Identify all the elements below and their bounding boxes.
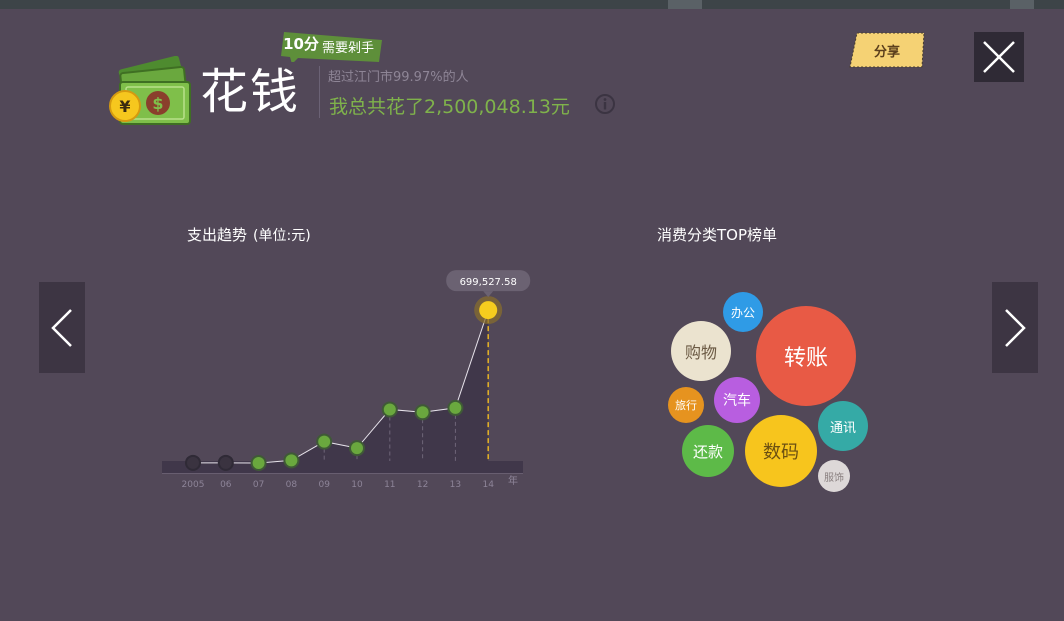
data-point [351,442,363,455]
category-label: 办公 [730,305,755,320]
category-label: 服饰 [824,472,844,484]
rank-text: 超过江门市99.97%的人 [328,70,469,85]
money-icon: $ ¥ [109,56,191,125]
data-point [449,401,462,414]
x-tick-label: 2005 [182,480,205,490]
category-bubble[interactable]: 服饰 [818,460,850,492]
score-badge: 10分 需要剁手 [278,28,384,62]
active-data-point [479,301,498,320]
data-point [219,456,232,469]
category-chart-title: 消费分类TOP榜单 [657,226,778,244]
share-button[interactable]: 分享 [849,32,925,68]
category-label: 购物 [684,343,717,362]
category-bubble[interactable]: 旅行 [668,387,704,423]
close-button[interactable] [974,32,1024,82]
tooltip-value: 699,527.58 [460,277,517,288]
tooltip-pointer [483,291,494,298]
x-tick-label: 08 [286,480,298,490]
top-tab[interactable] [1010,0,1034,9]
chevron-right-icon [1005,309,1026,347]
score-value: 10分 [283,35,319,53]
chevron-left-icon [51,309,72,347]
category-bubble[interactable]: 汽车 [714,377,760,423]
category-label: 汽车 [723,393,751,409]
header: $ ¥ 花钱 10分 需要剁手 超过江门市99.97%的人 我总共花了2,500… [108,26,668,136]
prev-page-button[interactable] [39,282,85,373]
svg-text:¥: ¥ [119,97,130,116]
data-point [252,457,265,469]
header-divider [319,66,320,118]
x-tick-label: 12 [417,480,428,490]
x-tick-label: 11 [384,480,395,490]
category-bubble[interactable]: 数码 [745,415,817,487]
trend-unit: (单位:元) [253,228,311,244]
x-tick-label: 06 [220,480,232,490]
category-label: 还款 [692,442,723,461]
spending-trend-chart: 699,527.58 2005 06 07 08 09 10 11 12 13 14 年 [162,270,531,490]
top-bar [0,0,1064,9]
category-bubble[interactable]: 还款 [682,425,734,477]
category-bubble[interactable]: 通讯 [818,401,868,451]
page-title: 花钱 [200,64,301,120]
svg-text:$: $ [152,94,163,113]
data-point [383,403,396,416]
trend-chart-title: 支出趋势 (单位:元) [187,224,311,245]
data-point [187,456,199,469]
category-bubble[interactable]: 办公 [723,292,763,332]
score-label: 需要剁手 [322,41,375,56]
x-tick-label: 07 [253,480,264,490]
info-icon[interactable] [595,94,615,114]
category-bubble[interactable]: 购物 [671,321,731,381]
category-label: 旅行 [675,399,697,412]
x-axis-suffix: 年 [508,474,518,487]
x-tick-label: 13 [450,480,461,490]
category-bubble[interactable]: 转账 [756,306,856,406]
top-tab-active[interactable] [668,0,702,9]
data-point [318,435,331,448]
x-tick-label: 09 [318,480,330,490]
data-point [285,454,298,467]
next-page-button[interactable] [992,282,1038,373]
category-label: 数码 [763,442,799,463]
x-tick-label: 14 [482,480,494,490]
category-label: 通讯 [829,420,856,436]
total-spent: 我总共花了2,500,048.13元 [329,96,570,118]
x-tick-label: 10 [351,480,363,490]
close-icon [983,41,1015,73]
share-label: 分享 [873,45,900,60]
data-point [416,406,429,419]
chart-area [193,310,489,463]
category-label: 转账 [783,346,828,371]
trend-title: 支出趋势 [187,226,248,244]
